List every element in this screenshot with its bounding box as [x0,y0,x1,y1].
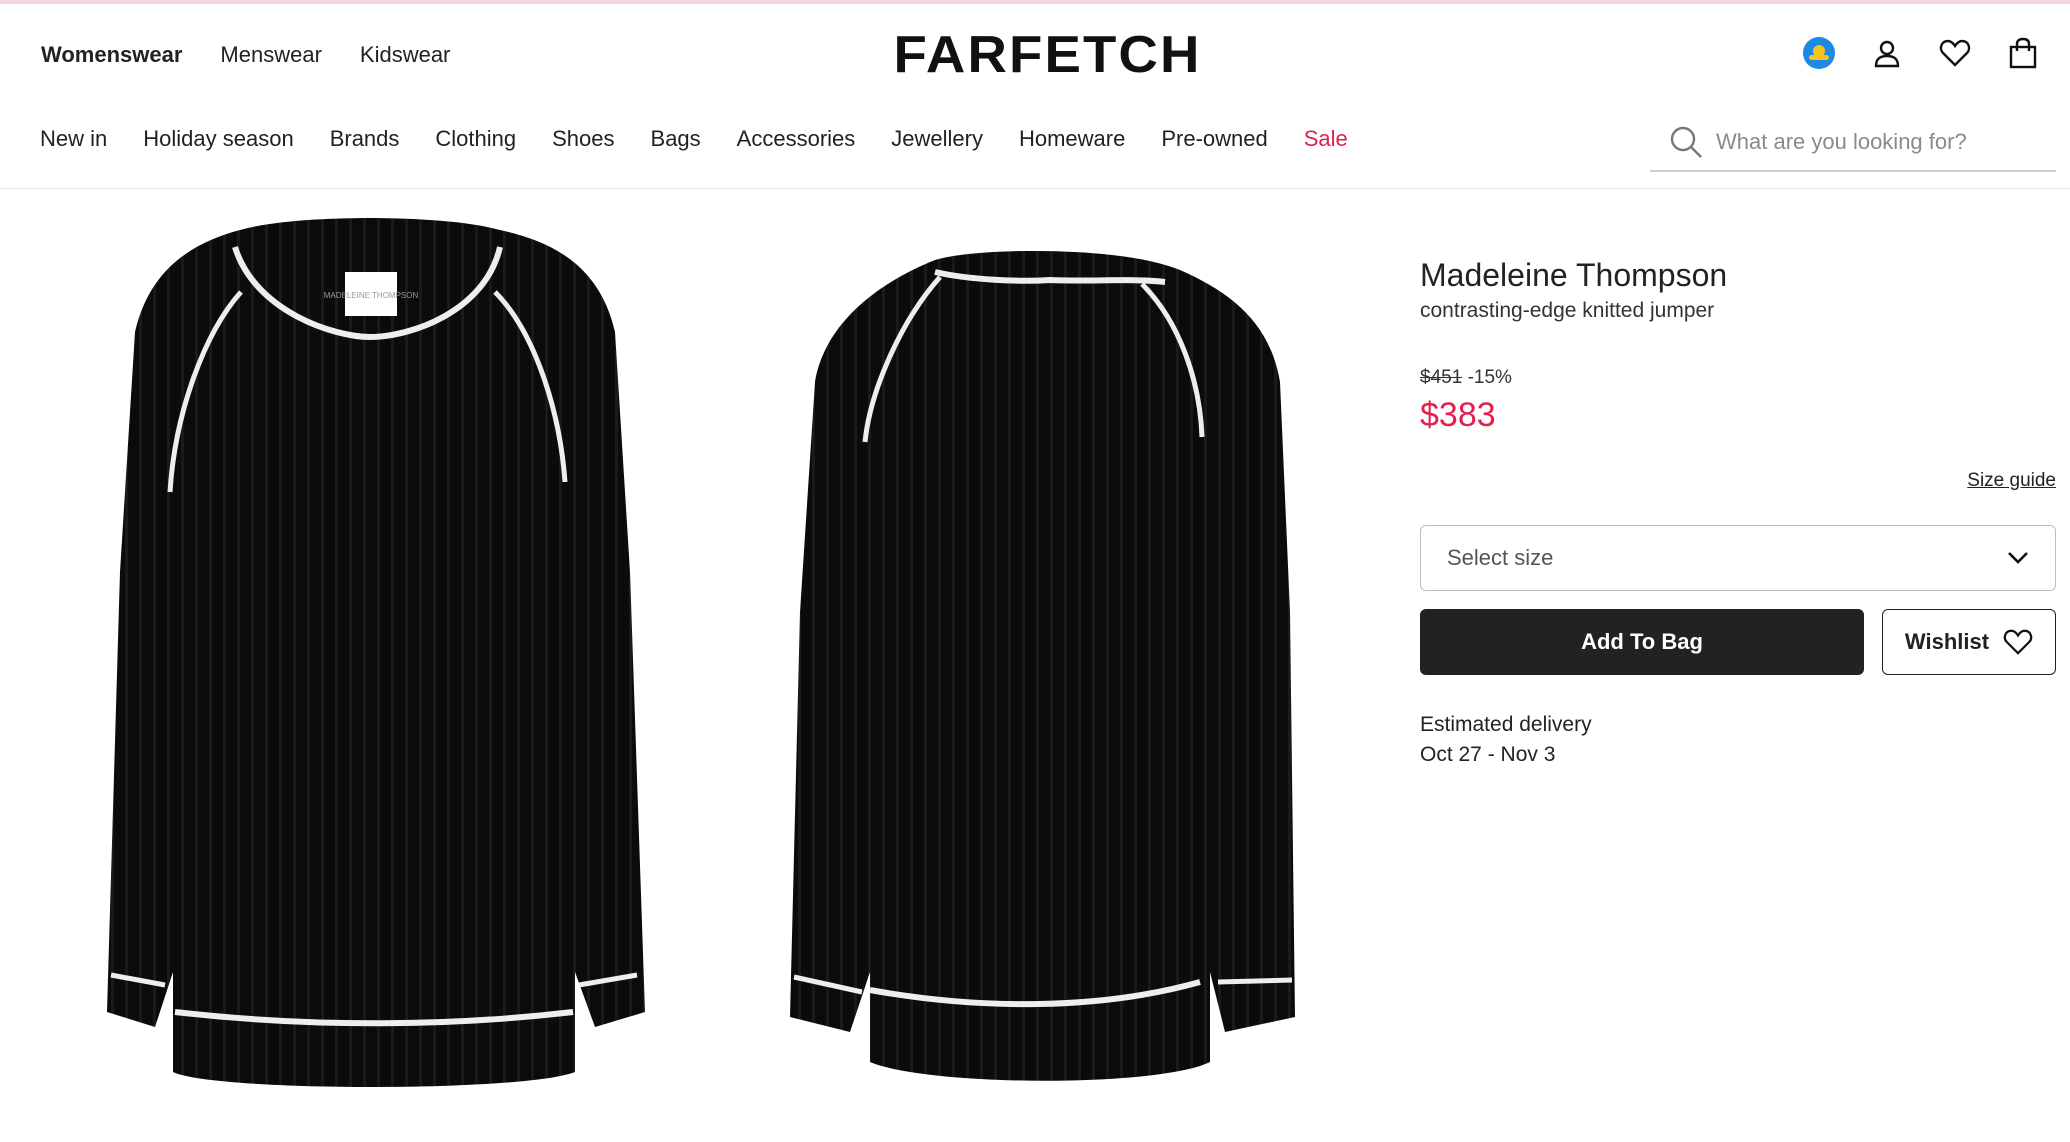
brand-name[interactable]: Madeleine Thompson [1420,255,2056,295]
search-bar [1650,114,2056,172]
header-divider [0,188,2070,189]
nav-holiday-season[interactable]: Holiday season [143,124,293,154]
nav-pre-owned[interactable]: Pre-owned [1161,124,1267,154]
farfetch-logo[interactable]: FARFETCH [887,26,1207,84]
wishlist-label: Wishlist [1904,629,1990,654]
product-info: Madeleine Thompson contrasting-edge knit… [1420,255,2056,766]
header-icons [1802,36,2040,70]
tab-kidswear[interactable]: Kidswear [360,40,450,70]
category-nav: New in Holiday season Brands Clothing Sh… [40,124,1384,154]
top-accent-bar [0,0,2070,4]
product-image-front[interactable]: MADELEINE THOMPSON [55,212,685,1102]
estimated-delivery: Estimated delivery Oct 27 - Nov 3 [1420,710,1592,770]
action-buttons: Add To Bag Wishlist [1420,609,2056,675]
nav-new-in[interactable]: New in [40,124,107,154]
size-select[interactable]: Select size [1420,525,2056,591]
search-input[interactable] [1716,129,2036,155]
heart-icon [2003,629,2033,655]
gender-nav: Womenswear Menswear Kidswear [41,40,488,70]
delivery-label: Estimated delivery [1420,713,1592,736]
nav-homeware[interactable]: Homeware [1019,124,1125,154]
search-icon[interactable] [1666,122,1706,162]
nav-jewellery[interactable]: Jewellery [891,124,983,154]
nav-brands[interactable]: Brands [330,124,400,154]
nav-accessories[interactable]: Accessories [737,124,856,154]
add-to-bag-button[interactable]: Add To Bag [1420,609,1864,675]
sale-price: $383 [1420,396,1496,434]
chevron-down-icon [2008,552,2028,564]
brand-neck-label: MADELEINE THOMPSON [324,291,419,300]
price-row: $451 -15% [1420,367,2056,389]
product-name: contrasting-edge knitted jumper [1420,299,1715,322]
product-image-back[interactable] [770,212,1310,1092]
tab-womenswear[interactable]: Womenswear [41,40,182,70]
bag-icon[interactable] [2006,36,2040,70]
nav-sale[interactable]: Sale [1304,124,1348,154]
original-price: $451 [1420,367,1463,388]
wishlist-button[interactable]: Wishlist [1882,609,2056,675]
tab-menswear[interactable]: Menswear [220,40,321,70]
nav-clothing[interactable]: Clothing [435,124,516,154]
nav-shoes[interactable]: Shoes [552,124,614,154]
account-icon[interactable] [1870,36,1904,70]
delivery-dates: Oct 27 - Nov 3 [1420,743,1556,766]
region-flag-icon[interactable] [1802,36,1836,70]
heart-icon[interactable] [1938,36,1972,70]
size-select-label: Select size [1447,545,1554,570]
discount-badge: -15% [1467,367,1512,388]
nav-bags[interactable]: Bags [651,124,701,154]
size-guide-link[interactable]: Size guide [1967,470,2056,492]
